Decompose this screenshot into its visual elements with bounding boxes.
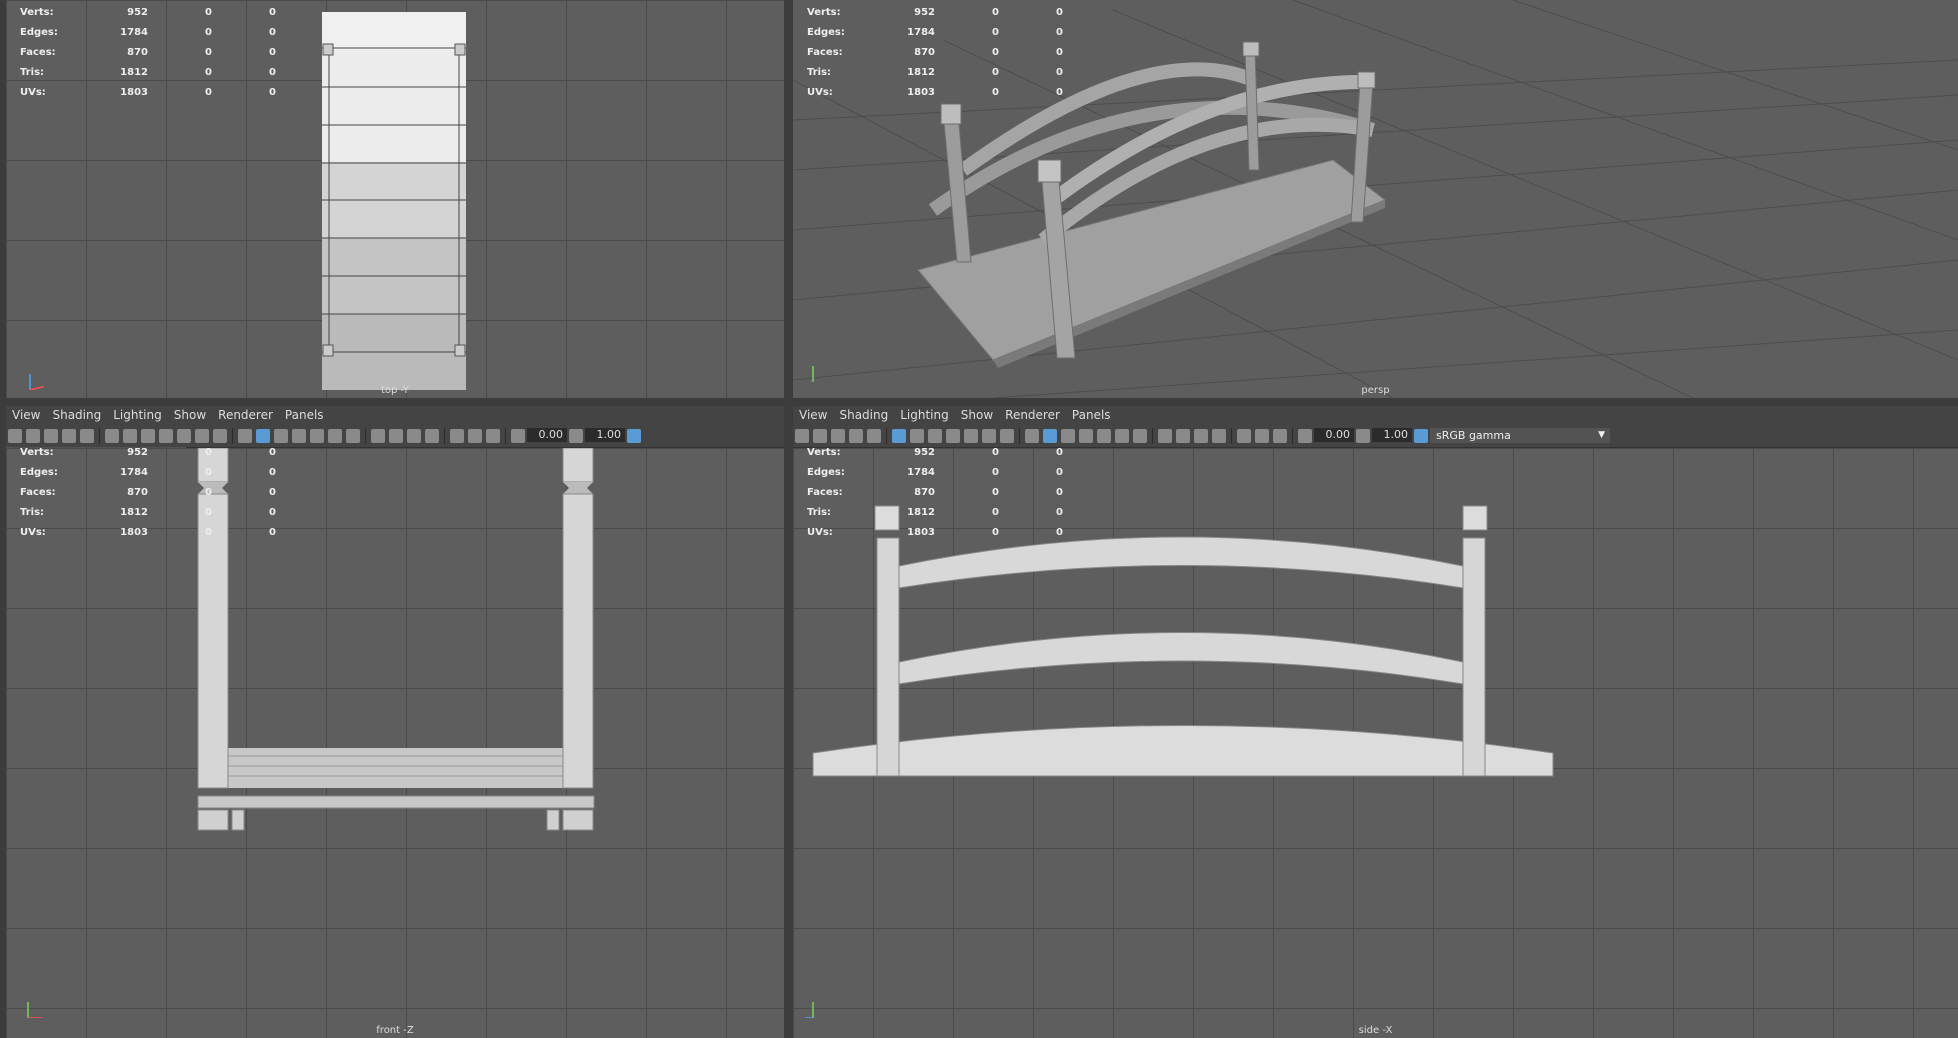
xray-icon[interactable] xyxy=(310,429,324,443)
textured-icon[interactable] xyxy=(292,429,306,443)
chevron-down-icon: ▼ xyxy=(1598,430,1605,440)
textured-icon[interactable] xyxy=(1079,429,1093,443)
xray-joints-icon[interactable] xyxy=(1255,429,1269,443)
ambient-occlusion-icon[interactable] xyxy=(371,429,385,443)
bookmark-icon[interactable] xyxy=(44,429,58,443)
exposure-field[interactable]: 0.00 xyxy=(527,428,567,442)
gamma-field[interactable]: 1.00 xyxy=(585,428,625,442)
field-chart-icon[interactable] xyxy=(964,429,978,443)
safe-title-icon[interactable] xyxy=(1000,429,1014,443)
stats-hud: Verts: 952 0 0 Edges: 1784 0 0 Faces: 870 0 0 Tri… xyxy=(20,448,276,538)
shadows-icon[interactable] xyxy=(346,429,360,443)
multisample-icon[interactable] xyxy=(407,429,421,443)
image-plane-icon[interactable] xyxy=(849,429,863,443)
default-material-icon[interactable] xyxy=(1061,429,1075,443)
stats-hud: Verts: 952 0 0 Edges: 1784 0 0 Faces: 870 0 0 Tri… xyxy=(807,6,1063,98)
lights-icon[interactable] xyxy=(1115,429,1129,443)
smooth-shade-icon[interactable] xyxy=(1043,429,1057,443)
isolate-select-icon[interactable] xyxy=(1237,429,1251,443)
exposure-icon[interactable] xyxy=(1298,429,1312,443)
viewport-top[interactable]: Verts: 952 0 0 Edges: 1784 0 0 Faces: 870 0 0 Tri… xyxy=(6,0,784,398)
camera-attr-icon[interactable] xyxy=(813,429,827,443)
camera-label: top -Y xyxy=(380,385,410,396)
grease-pencil-icon[interactable] xyxy=(80,429,94,443)
motion-blur-icon[interactable] xyxy=(1176,429,1190,443)
smooth-shade-icon[interactable] xyxy=(256,429,270,443)
viewport-side[interactable]: Verts: 952 0 0 Edges: 1784 0 0 Faces: 870 0 0 Tri… xyxy=(793,448,1958,1038)
stats-hud: Verts: 952 0 0 Edges: 1784 0 0 Faces: 870 0 0 Tri… xyxy=(20,6,276,98)
safe-action-icon[interactable] xyxy=(982,429,996,443)
panel-side: View Shading Lighting Show Renderer Panels 0.… xyxy=(793,406,1958,1038)
image-plane-icon[interactable] xyxy=(62,429,76,443)
axis-gizmo-icon xyxy=(810,366,816,382)
camera-label: persp xyxy=(1361,385,1390,396)
menu-show[interactable]: Show xyxy=(955,406,999,424)
gate-mask-icon[interactable] xyxy=(159,429,173,443)
menu-shading[interactable]: Shading xyxy=(46,406,107,424)
wireframe-icon[interactable] xyxy=(1025,429,1039,443)
menu-view[interactable]: View xyxy=(793,406,833,424)
panel-front: View Shading Lighting Show Renderer Panels 0.… xyxy=(6,406,784,1038)
lights-icon[interactable] xyxy=(328,429,342,443)
motion-blur-icon[interactable] xyxy=(389,429,403,443)
film-gate-icon[interactable] xyxy=(910,429,924,443)
panel-menubar: View Shading Lighting Show Renderer Panels xyxy=(6,406,784,425)
gamma-icon[interactable] xyxy=(569,429,583,443)
viewport-front[interactable]: Verts: 952 0 0 Edges: 1784 0 0 Faces: 870 0 0 Tri… xyxy=(6,448,784,1038)
panel-toolbar: 0.00 1.00 sRGB gamma▼ xyxy=(793,425,1958,448)
camera-label: side -X xyxy=(1358,1025,1393,1036)
safe-title-icon[interactable] xyxy=(213,429,227,443)
camera-label: front -Z xyxy=(376,1025,414,1036)
multisample-icon[interactable] xyxy=(1194,429,1208,443)
field-chart-icon[interactable] xyxy=(177,429,191,443)
wireframe-icon[interactable] xyxy=(238,429,252,443)
grease-pencil-icon[interactable] xyxy=(867,429,881,443)
exposure-field[interactable]: 0.00 xyxy=(1314,428,1354,442)
ambient-occlusion-icon[interactable] xyxy=(1158,429,1172,443)
menu-panels[interactable]: Panels xyxy=(279,406,330,424)
color-management-icon[interactable] xyxy=(627,429,641,443)
menu-renderer[interactable]: Renderer xyxy=(212,406,279,424)
menu-view[interactable]: View xyxy=(6,406,46,424)
gamma-icon[interactable] xyxy=(1356,429,1370,443)
gate-mask-icon[interactable] xyxy=(946,429,960,443)
resolution-gate-icon[interactable] xyxy=(141,429,155,443)
xray-active-icon[interactable] xyxy=(486,429,500,443)
safe-action-icon[interactable] xyxy=(195,429,209,443)
colorspace-dropdown[interactable]: sRGB gamma▼ xyxy=(1430,428,1610,443)
film-gate-icon[interactable] xyxy=(123,429,137,443)
menu-shading[interactable]: Shading xyxy=(833,406,894,424)
exposure-icon[interactable] xyxy=(511,429,525,443)
xray-icon[interactable] xyxy=(1097,429,1111,443)
viewport-persp[interactable]: Verts: 952 0 0 Edges: 1784 0 0 Faces: 870 0 0 Tri… xyxy=(793,0,1958,398)
default-material-icon[interactable] xyxy=(274,429,288,443)
menu-lighting[interactable]: Lighting xyxy=(894,406,955,424)
bookmark-icon[interactable] xyxy=(831,429,845,443)
panel-toolbar: 0.001.00sRGB gamma▼ xyxy=(6,425,784,462)
xray-joints-icon[interactable] xyxy=(468,429,482,443)
panel-menubar: View Shading Lighting Show Renderer Panels xyxy=(793,406,1958,425)
depth-of-field-icon[interactable] xyxy=(425,429,439,443)
grid-icon[interactable] xyxy=(105,429,119,443)
resolution-gate-icon[interactable] xyxy=(928,429,942,443)
xray-active-icon[interactable] xyxy=(1273,429,1287,443)
color-management-icon[interactable] xyxy=(1414,429,1428,443)
axis-gizmo-icon xyxy=(27,1002,42,1018)
shadows-icon[interactable] xyxy=(1133,429,1147,443)
depth-of-field-icon[interactable] xyxy=(1212,429,1226,443)
menu-renderer[interactable]: Renderer xyxy=(999,406,1066,424)
stats-hud: Verts: 952 0 0 Edges: 1784 0 0 Faces: 870 0 0 Tri… xyxy=(807,448,1063,538)
camera-icon[interactable] xyxy=(8,429,22,443)
isolate-select-icon[interactable] xyxy=(450,429,464,443)
grid-icon[interactable] xyxy=(892,429,906,443)
camera-attr-icon[interactable] xyxy=(26,429,40,443)
axis-gizmo-icon xyxy=(805,1002,814,1018)
gamma-field[interactable]: 1.00 xyxy=(1372,428,1412,442)
menu-lighting[interactable]: Lighting xyxy=(107,406,168,424)
camera-icon[interactable] xyxy=(795,429,809,443)
menu-show[interactable]: Show xyxy=(168,406,212,424)
menu-panels[interactable]: Panels xyxy=(1066,406,1117,424)
